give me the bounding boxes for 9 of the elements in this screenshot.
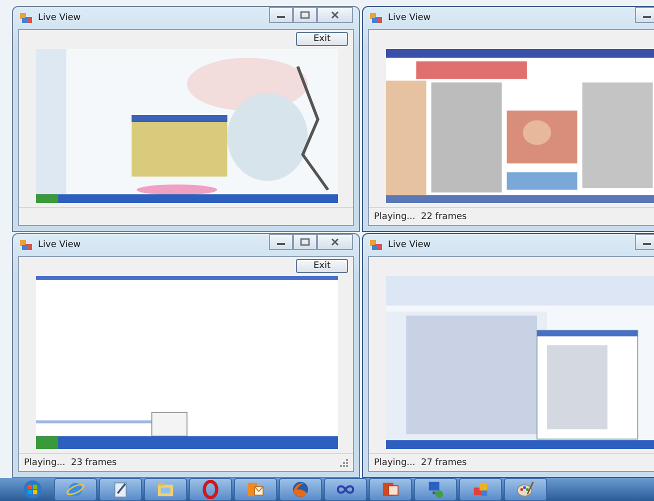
exit-button[interactable]: Exit — [296, 259, 348, 273]
exit-button[interactable]: Exit — [296, 32, 348, 46]
status-text: Playing... 27 frames — [374, 458, 467, 468]
status-text: Playing... 22 frames — [374, 212, 467, 222]
window-title: Live View — [38, 13, 81, 23]
window-title: Live View — [388, 240, 431, 250]
status-text: Playing... 23 frames — [24, 458, 117, 468]
window-title: Live View — [38, 240, 81, 250]
window-title: Live View — [388, 13, 431, 23]
